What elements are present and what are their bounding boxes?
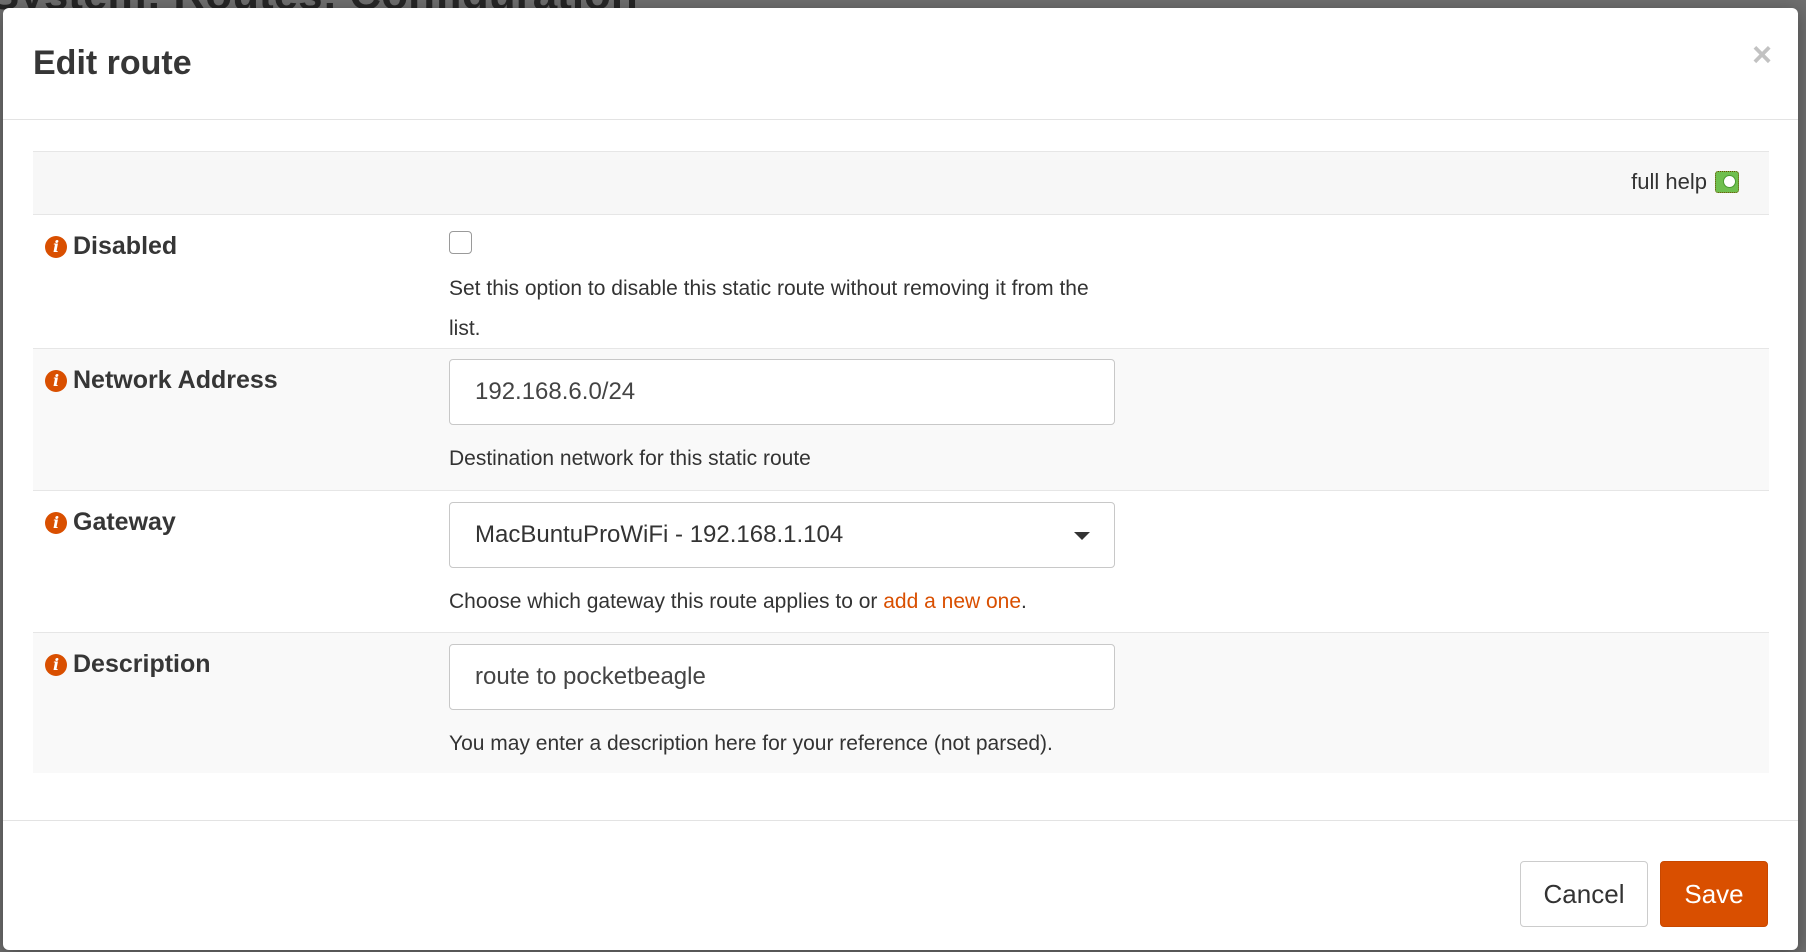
gateway-row: i Gateway MacBuntuProWiFi - 192.168.1.10… — [33, 491, 1769, 633]
gateway-selected-value: MacBuntuProWiFi - 192.168.1.104 — [475, 521, 844, 548]
description-label-group: i Description — [45, 650, 211, 679]
disabled-control: Set this option to disable this static r… — [449, 231, 1109, 349]
info-icon[interactable]: i — [45, 235, 67, 258]
toggle-knob-icon — [1723, 175, 1736, 188]
gateway-help: Choose which gateway this route applies … — [449, 582, 1109, 622]
gateway-control: MacBuntuProWiFi - 192.168.1.104 Choose w… — [449, 502, 1115, 622]
info-icon[interactable]: i — [45, 511, 67, 534]
description-control: route to pocketbeagle You may enter a de… — [449, 644, 1115, 764]
modal-header: Edit route × — [3, 8, 1798, 120]
close-icon[interactable]: × — [1752, 38, 1772, 72]
gateway-select[interactable]: MacBuntuProWiFi - 192.168.1.104 — [449, 502, 1115, 568]
add-gateway-link[interactable]: add a new one — [883, 590, 1021, 613]
cancel-button[interactable]: Cancel — [1520, 861, 1648, 927]
chevron-down-icon — [1074, 532, 1090, 540]
disabled-row: i Disabled Set this option to disable th… — [33, 215, 1769, 349]
modal-body: full help i Disabled Set this option to … — [33, 151, 1769, 773]
gateway-help-suffix: . — [1021, 590, 1027, 613]
network-help: Destination network for this static rout… — [449, 447, 811, 470]
full-help-control[interactable]: full help — [1631, 169, 1739, 195]
description-help: You may enter a description here for you… — [449, 732, 1053, 755]
disabled-label: Disabled — [73, 232, 178, 260]
edit-route-modal: Edit route × full help i Disabled Set th… — [3, 8, 1798, 950]
full-help-label: full help — [1631, 169, 1707, 194]
disabled-help: Set this option to disable this static r… — [449, 277, 1089, 340]
full-help-toggle[interactable] — [1715, 171, 1739, 193]
full-help-row: full help — [33, 151, 1769, 215]
gateway-label: Gateway — [73, 508, 176, 536]
network-row: i Network Address 192.168.6.0/24 Destina… — [33, 349, 1769, 491]
network-label: Network Address — [73, 366, 278, 394]
description-input[interactable]: route to pocketbeagle — [449, 644, 1115, 710]
info-icon[interactable]: i — [45, 369, 67, 392]
modal-title: Edit route — [33, 44, 192, 82]
info-icon[interactable]: i — [45, 653, 67, 676]
disabled-label-group: i Disabled — [45, 232, 177, 261]
description-row: i Description route to pocketbeagle You … — [33, 633, 1769, 773]
gateway-label-group: i Gateway — [45, 508, 176, 537]
network-address-input[interactable]: 192.168.6.0/24 — [449, 359, 1115, 425]
modal-footer: Cancel Save — [3, 820, 1798, 950]
save-button[interactable]: Save — [1660, 861, 1768, 927]
disabled-checkbox[interactable] — [449, 231, 472, 254]
description-label: Description — [73, 650, 211, 678]
gateway-help-prefix: Choose which gateway this route applies … — [449, 590, 884, 613]
network-label-group: i Network Address — [45, 366, 278, 395]
network-control: 192.168.6.0/24 Destination network for t… — [449, 359, 1115, 479]
